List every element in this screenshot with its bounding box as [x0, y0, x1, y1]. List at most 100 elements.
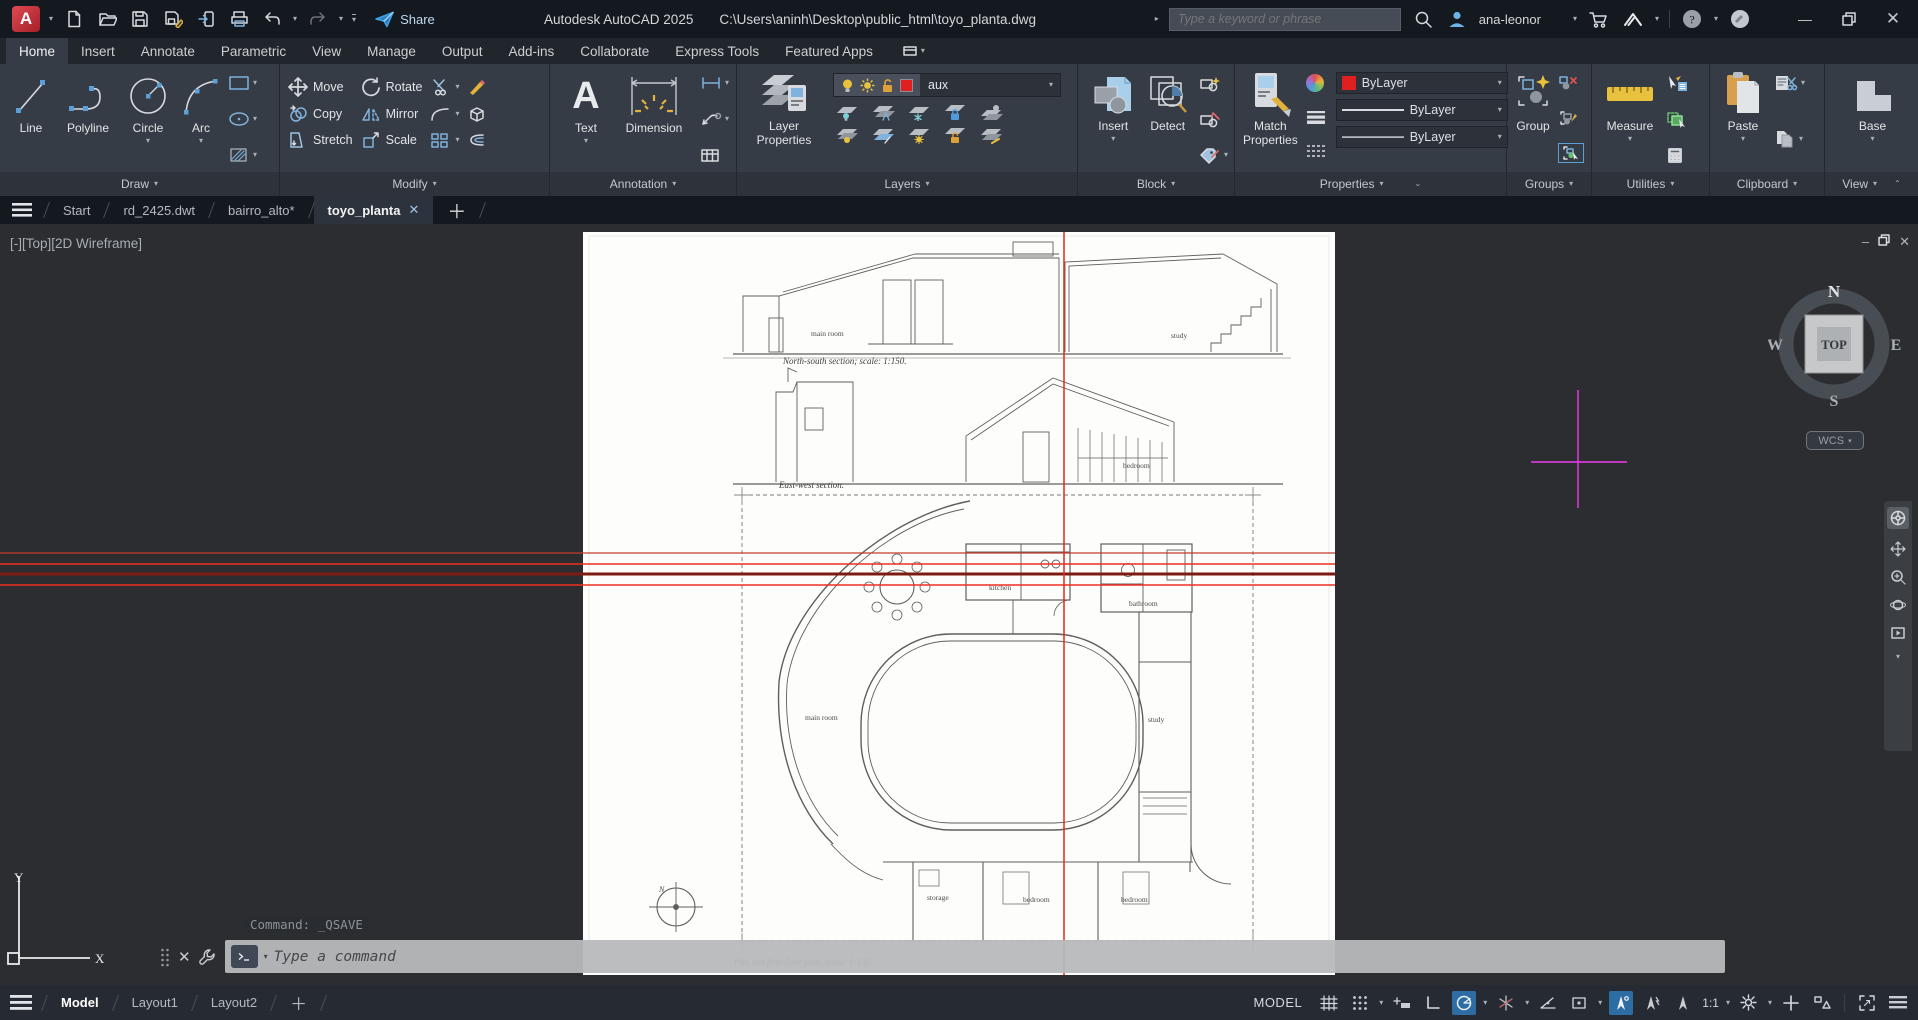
dynamic-input-toggle[interactable]	[1390, 991, 1414, 1015]
autodesk-logo-icon[interactable]	[1621, 7, 1645, 31]
layer-merge-button[interactable]	[979, 127, 1003, 144]
object-color-select[interactable]: ByLayer ▾	[1336, 72, 1508, 94]
ribbon-tab-view[interactable]: View	[299, 38, 354, 64]
layout2-tab[interactable]: Layout2	[207, 995, 261, 1010]
command-input[interactable]	[274, 949, 1719, 965]
snap-dropdown-icon[interactable]: ▾	[1379, 999, 1383, 1007]
app-logo-icon[interactable]: A	[12, 6, 40, 32]
app-menu-arrow-icon[interactable]: ▾	[49, 15, 53, 23]
text-button[interactable]: A Text ▾	[564, 69, 608, 145]
dimension-button[interactable]: Dimension	[618, 69, 690, 136]
polyline-button[interactable]: Polyline	[59, 69, 117, 136]
layer-thaw-icon[interactable]	[860, 78, 875, 93]
viewcube[interactable]: N S W E TOP	[1768, 280, 1908, 412]
help-dropdown-icon[interactable]: ▾	[1714, 15, 1718, 23]
customize-status-bar-button[interactable]	[1886, 991, 1910, 1015]
trim-button[interactable]: ▾	[430, 78, 459, 96]
layer-unlock-all-button[interactable]	[943, 127, 967, 144]
ribbon-collapse-icon[interactable]: ⌃	[1894, 180, 1901, 188]
scale-button[interactable]: Scale	[361, 131, 423, 149]
quick-calculator-button[interactable]	[1666, 145, 1688, 165]
panel-label-modify[interactable]: Modify▾	[280, 172, 549, 196]
linetype-select[interactable]: ByLayer ▾	[1336, 126, 1508, 148]
ribbon-tab-annotate[interactable]: Annotate	[128, 38, 208, 64]
workspace-switching-button[interactable]	[1737, 991, 1761, 1015]
insert-dropdown-icon[interactable]: ▾	[1111, 135, 1115, 143]
ribbon-tab-output[interactable]: Output	[429, 38, 496, 64]
search-icon[interactable]	[1411, 7, 1435, 31]
clean-screen-button[interactable]	[1855, 991, 1879, 1015]
mirror-button[interactable]: Mirror	[361, 105, 423, 123]
orbit-icon[interactable]	[1890, 597, 1906, 613]
viewcube-face-label[interactable]: TOP	[1821, 338, 1847, 352]
showmotion-icon[interactable]	[1890, 625, 1906, 641]
ribbon-tab-home[interactable]: Home	[6, 38, 68, 64]
navbar-dropdown-icon[interactable]: ▾	[1896, 653, 1900, 661]
rectangle-button[interactable]: ▾	[228, 73, 257, 93]
viewcube-south[interactable]: S	[1830, 393, 1839, 410]
layer-make-current-button[interactable]	[979, 104, 1003, 121]
save-button[interactable]	[128, 7, 152, 31]
undo-dropdown-icon[interactable]: ▾	[293, 15, 297, 23]
panel-label-view[interactable]: View▾⌃	[1825, 172, 1918, 196]
ribbon-tab-addins[interactable]: Add-ins	[495, 38, 567, 64]
drawing-area[interactable]: main room study bedroom kitchen bathroom…	[0, 224, 1918, 985]
search-input[interactable]	[1178, 12, 1392, 26]
ellipse-button[interactable]: ▾	[228, 109, 257, 129]
new-file-button[interactable]	[62, 7, 86, 31]
command-customize-wrench-icon[interactable]	[199, 948, 217, 966]
viewport-close-icon[interactable]: ✕	[1899, 234, 1910, 250]
hatch-button[interactable]: ▾	[228, 145, 257, 165]
lineweight-button[interactable]	[1306, 107, 1328, 127]
wcs-menu[interactable]: WCS▾	[1806, 431, 1864, 450]
base-button[interactable]: Base ▾	[1845, 69, 1901, 143]
new-tab-button[interactable]: ＋	[433, 196, 480, 224]
layer-match-button[interactable]	[871, 127, 895, 144]
cut-button[interactable]: ▾	[1774, 73, 1805, 93]
model-tab[interactable]: Model	[57, 995, 103, 1010]
layer-select[interactable]: aux ▾	[833, 73, 1061, 97]
linear-dimension-button[interactable]: ▾	[700, 73, 729, 93]
panel-label-clipboard[interactable]: Clipboard▾	[1710, 172, 1824, 196]
paste-dropdown-icon[interactable]: ▾	[1741, 135, 1745, 143]
workspace-dropdown-icon[interactable]: ▾	[1768, 999, 1772, 1007]
layer-on-all-button[interactable]	[835, 127, 859, 144]
panel-label-properties[interactable]: Properties▾⌄	[1235, 172, 1506, 196]
fillet-button[interactable]: ▾	[430, 106, 459, 122]
panel-launcher-icon[interactable]: ⌄	[1415, 180, 1422, 188]
annotation-scale-icon[interactable]	[1671, 991, 1695, 1015]
layer-on-icon[interactable]	[841, 78, 854, 93]
model-space-badge[interactable]: MODEL	[1253, 995, 1302, 1010]
user-dropdown-icon[interactable]: ▾	[1573, 15, 1577, 23]
layer-color-swatch[interactable]	[900, 79, 913, 92]
layer-off-button[interactable]	[835, 104, 859, 121]
base-dropdown-icon[interactable]: ▾	[1870, 135, 1874, 143]
command-close-icon[interactable]: ✕	[178, 948, 191, 966]
object-snap-toggle[interactable]	[1567, 991, 1591, 1015]
linetype-button[interactable]	[1306, 141, 1328, 161]
color-wheel-icon[interactable]	[1306, 73, 1328, 93]
select-similar-button[interactable]	[1666, 109, 1688, 129]
annotation-autoscale-toggle[interactable]	[1640, 991, 1664, 1015]
viewport-minimize-icon[interactable]: ‒	[1862, 234, 1869, 250]
panel-label-annotation[interactable]: Annotation▾	[550, 172, 736, 196]
redo-dropdown-icon[interactable]: ▾	[339, 15, 343, 23]
text-dropdown-icon[interactable]: ▾	[584, 137, 588, 145]
copy-button[interactable]: Copy	[288, 105, 353, 123]
polar-tracking-toggle[interactable]	[1452, 991, 1476, 1015]
group-selection-toggle[interactable]	[1558, 143, 1584, 163]
help-icon[interactable]: ?	[1680, 7, 1704, 31]
layer-isolate-button[interactable]	[871, 104, 895, 121]
file-tabs-menu-button[interactable]	[0, 196, 44, 224]
measure-button[interactable]: Measure ▾	[1602, 69, 1658, 143]
tab-close-icon[interactable]: ✕	[409, 202, 420, 218]
undo-button[interactable]	[260, 7, 284, 31]
circle-dropdown-icon[interactable]: ▾	[146, 137, 150, 145]
annotation-monitor-button[interactable]	[1779, 991, 1803, 1015]
layer-freeze-button[interactable]	[907, 104, 931, 121]
isolate-objects-button[interactable]	[1810, 991, 1834, 1015]
feedback-icon[interactable]	[1728, 7, 1752, 31]
panel-label-utilities[interactable]: Utilities▾	[1592, 172, 1709, 196]
drawing-canvas[interactable]: main room study bedroom kitchen bathroom…	[583, 232, 1335, 975]
explode-button[interactable]	[467, 105, 487, 123]
